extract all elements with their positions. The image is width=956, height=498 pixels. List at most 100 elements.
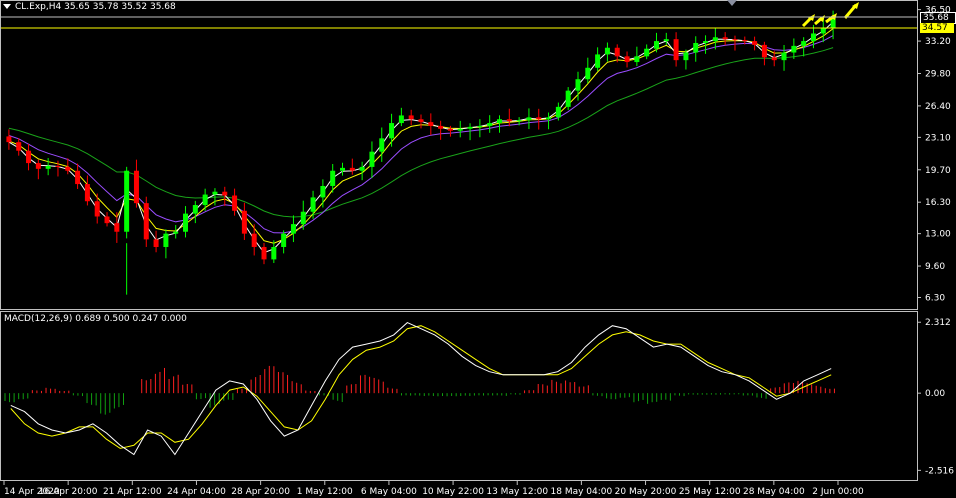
candle-body [202, 194, 208, 206]
candle-body [781, 52, 787, 61]
time-tick-label: 28 May 04:00 [743, 487, 805, 497]
time-tick-label: 25 May 12:00 [679, 487, 741, 497]
candle-body [222, 191, 228, 196]
candle-body [634, 56, 640, 63]
macd-panel-frame [0, 311, 918, 481]
macd-indicator [4, 322, 835, 456]
candle-body [703, 41, 709, 43]
candle-body [281, 233, 287, 247]
symbol-info[interactable]: CL.Exp,H4 35.65 35.78 35.52 35.68 [3, 2, 176, 12]
time-tick-label: 13 May 12:00 [486, 487, 548, 497]
candle-body [428, 122, 434, 126]
candle-body [791, 45, 797, 53]
candle-body [555, 106, 561, 118]
candle-body [359, 166, 365, 171]
main-panel-frame [0, 0, 918, 310]
price-levels [1, 16, 917, 29]
ma-fast-line [8, 21, 834, 254]
candle-body [379, 138, 385, 152]
time-tick-label: 28 Apr 20:00 [231, 487, 290, 497]
time-tick-label: 1 May 12:00 [297, 487, 353, 497]
candle-body [771, 57, 777, 61]
candle-body [653, 41, 659, 49]
candle-body [467, 126, 473, 129]
candle-body [330, 170, 336, 186]
time-tick-label: 20 May 20:00 [615, 487, 677, 497]
candle-body [506, 119, 512, 122]
price-tick-label: 19.70 [925, 166, 951, 176]
candle-body [290, 224, 296, 234]
moving-averages [8, 21, 834, 254]
candle-body [6, 136, 12, 143]
candle-body [143, 203, 149, 240]
time-tick-label: 18 May 04:00 [551, 487, 613, 497]
time-tick-label: 2 Jun 00:00 [812, 487, 864, 497]
candle-body [320, 185, 326, 198]
candle-body [663, 39, 669, 42]
ma-mid-line [8, 28, 834, 244]
candle-body [369, 151, 375, 167]
candle-body [173, 231, 179, 234]
candle-body [604, 47, 610, 55]
candle-body [310, 197, 316, 212]
candle-body [75, 170, 81, 185]
candle-body [300, 211, 306, 225]
candle-body [487, 123, 493, 126]
candle-body [683, 52, 689, 61]
candle-body [104, 216, 110, 224]
candle-body [496, 119, 502, 124]
price-axis: 36.5033.2029.8026.4023.1019.7016.3013.00… [917, 6, 951, 304]
candle-body [163, 233, 169, 247]
price-tick-label: 16.30 [925, 198, 951, 208]
time-tick-label: 21 Apr 12:00 [103, 487, 162, 497]
candle-body [408, 115, 414, 120]
candle-body [55, 165, 61, 167]
candle-body [575, 79, 581, 91]
candle-body [232, 195, 238, 211]
ask-price-tag: 34.57 [920, 23, 954, 33]
chart-shift-marker-icon[interactable] [727, 0, 737, 6]
time-tick-label: 10 May 22:00 [422, 487, 484, 497]
candle-body [732, 39, 738, 41]
candle-body [192, 205, 198, 214]
candle-body [820, 28, 826, 34]
candle-body [45, 165, 51, 169]
candle-body [133, 170, 139, 204]
candle-body [26, 150, 32, 164]
candle-body [241, 210, 247, 234]
symbol-info-text: CL.Exp,H4 35.65 35.78 35.52 35.68 [15, 2, 176, 12]
candle-body [16, 142, 22, 151]
candle-body [516, 120, 522, 122]
time-tick-label: 16 Apr 20:00 [39, 487, 98, 497]
candle-body [526, 117, 532, 121]
price-tick-label: 29.80 [925, 69, 951, 79]
candle-body [614, 47, 620, 57]
candle-body [536, 117, 542, 120]
candle-body [94, 201, 100, 217]
candle-body [447, 128, 453, 131]
macd-main-line [10, 322, 832, 456]
macd-tick-label: 2.312 [925, 318, 951, 328]
candle-body [585, 67, 591, 80]
candle-body [477, 125, 483, 127]
candle-body [644, 48, 650, 57]
macd-axis: 2.312 0.00 -2.516 [917, 318, 954, 476]
candle-body [84, 184, 90, 202]
candle-body [183, 213, 189, 232]
candle-body [673, 39, 679, 61]
candle-body [761, 44, 767, 58]
time-tick-label: 6 May 04:00 [361, 487, 417, 497]
dropdown-triangle-icon[interactable] [3, 4, 11, 9]
candle-body [212, 191, 218, 195]
candle-body [546, 117, 552, 120]
trading-chart-canvas[interactable]: 36.5033.2029.8026.4023.1019.7016.3013.00… [0, 0, 956, 498]
price-tick-label: 6.30 [925, 294, 945, 304]
candle-body [438, 125, 444, 129]
macd-tick-label: -2.516 [925, 466, 954, 476]
candle-body [261, 246, 267, 260]
candle-body [810, 33, 816, 42]
candle-body [801, 41, 807, 46]
price-tick-label: 33.20 [925, 37, 951, 47]
candle-body [693, 42, 699, 53]
candle-body [752, 41, 758, 45]
